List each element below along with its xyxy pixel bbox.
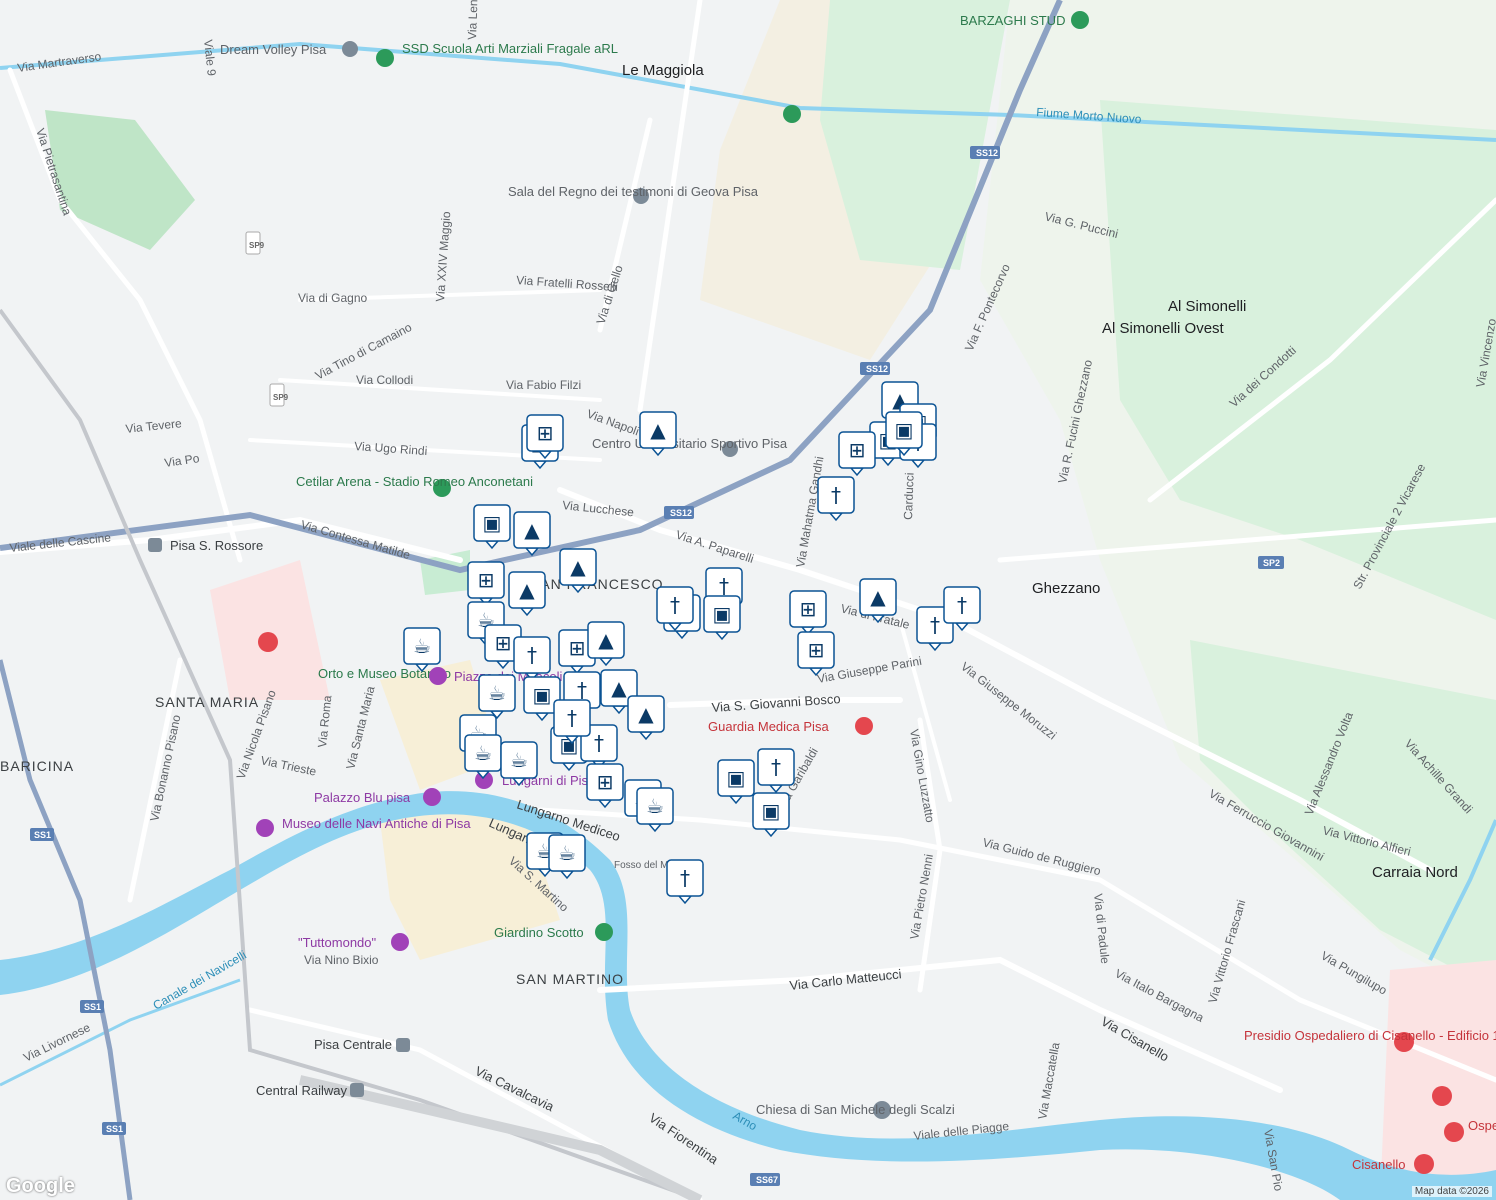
- school-icon: ▲: [611, 676, 627, 700]
- shopping-cart-icon: ⊞: [808, 638, 825, 662]
- school-icon: ▲: [650, 418, 666, 442]
- school-icon: ▲: [519, 578, 535, 602]
- google-logo: Google: [6, 1175, 75, 1197]
- shopping-bag-icon: ▣: [483, 511, 502, 535]
- shopping-bag-icon: ▣: [895, 418, 914, 442]
- coffee-icon: ☕: [558, 841, 576, 865]
- coffee-icon: ☕: [488, 681, 506, 705]
- shopping-bag-icon: ▣: [727, 766, 746, 790]
- school-icon: ▲: [598, 628, 614, 652]
- restaurant-icon: †: [567, 706, 577, 730]
- restaurant-marker[interactable]: †: [656, 586, 694, 632]
- shopping-cart-icon: ⊞: [478, 568, 495, 592]
- map-attribution[interactable]: Map data ©2026: [1411, 1186, 1492, 1197]
- restaurant-icon: †: [680, 866, 690, 890]
- coffee-icon: ☕: [510, 748, 528, 772]
- shopping-cart-icon: ⊞: [800, 597, 817, 621]
- shopping-bag-marker[interactable]: ▣: [703, 595, 741, 641]
- shopping-bag-icon: ▣: [713, 602, 732, 626]
- coffee-marker[interactable]: ☕: [403, 627, 441, 673]
- school-marker[interactable]: ▲: [513, 511, 551, 557]
- restaurant-icon: †: [719, 574, 729, 598]
- shopping-cart-icon: ⊞: [597, 770, 614, 794]
- shopping-cart-marker[interactable]: ⊞: [797, 631, 835, 677]
- shopping-cart-icon: ⊞: [495, 631, 512, 655]
- restaurant-marker[interactable]: †: [513, 636, 551, 682]
- restaurant-icon: †: [771, 755, 781, 779]
- coffee-marker[interactable]: ☕: [464, 734, 502, 780]
- shopping-bag-icon: ▣: [762, 799, 781, 823]
- restaurant-icon: †: [957, 593, 967, 617]
- shopping-bag-marker[interactable]: ▣: [473, 504, 511, 550]
- restaurant-marker[interactable]: †: [666, 859, 704, 905]
- school-marker[interactable]: ▲: [587, 621, 625, 667]
- restaurant-icon: †: [670, 593, 680, 617]
- school-marker[interactable]: ▲: [627, 695, 665, 741]
- school-icon: ▲: [524, 518, 540, 542]
- restaurant-icon: †: [594, 731, 604, 755]
- restaurant-marker[interactable]: †: [757, 748, 795, 794]
- shopping-cart-marker[interactable]: ⊞: [526, 414, 564, 460]
- coffee-icon: ☕: [413, 634, 431, 658]
- shopping-cart-icon: ⊞: [849, 438, 866, 462]
- restaurant-icon: †: [527, 643, 537, 667]
- school-icon: ▲: [638, 702, 654, 726]
- restaurant-marker[interactable]: †: [817, 476, 855, 522]
- coffee-marker[interactable]: ☕: [548, 834, 586, 880]
- shopping-cart-marker[interactable]: ⊞: [789, 590, 827, 636]
- school-marker[interactable]: ▲: [559, 548, 597, 594]
- restaurant-icon: †: [577, 678, 587, 702]
- shopping-cart-icon: ⊞: [537, 421, 554, 445]
- shopping-bag-marker[interactable]: ▣: [717, 759, 755, 805]
- shopping-bag-icon: ▣: [533, 683, 552, 707]
- restaurant-marker[interactable]: †: [943, 586, 981, 632]
- school-icon: ▲: [570, 555, 586, 579]
- shopping-cart-marker[interactable]: ⊞: [838, 431, 876, 477]
- shopping-cart-marker[interactable]: ⊞: [586, 763, 624, 809]
- restaurant-marker[interactable]: †: [553, 699, 591, 745]
- coffee-marker[interactable]: ☕: [500, 741, 538, 787]
- restaurant-icon: †: [831, 483, 841, 507]
- coffee-marker[interactable]: ☕: [636, 787, 674, 833]
- shopping-bag-marker[interactable]: ▣: [885, 411, 923, 457]
- shopping-bag-marker[interactable]: ▣: [752, 792, 790, 838]
- coffee-icon: ☕: [646, 794, 664, 818]
- school-icon: ▲: [870, 585, 886, 609]
- restaurant-icon: †: [930, 613, 940, 637]
- coffee-marker[interactable]: ☕: [478, 674, 516, 720]
- shopping-cart-icon: ⊞: [569, 636, 586, 660]
- school-marker[interactable]: ▲: [639, 411, 677, 457]
- school-marker[interactable]: ▲: [508, 571, 546, 617]
- coffee-icon: ☕: [474, 741, 492, 765]
- marker-layer: ▣⊞▲▣▲⊞▲▲☕⊞†⊞▲☕☕▣†▲▲☕☕☕▣††⊞☕☕☕☕††▣†⊞⊞▲††▣…: [403, 381, 981, 905]
- shopping-cart-marker[interactable]: ⊞: [467, 561, 505, 607]
- school-marker[interactable]: ▲: [859, 578, 897, 624]
